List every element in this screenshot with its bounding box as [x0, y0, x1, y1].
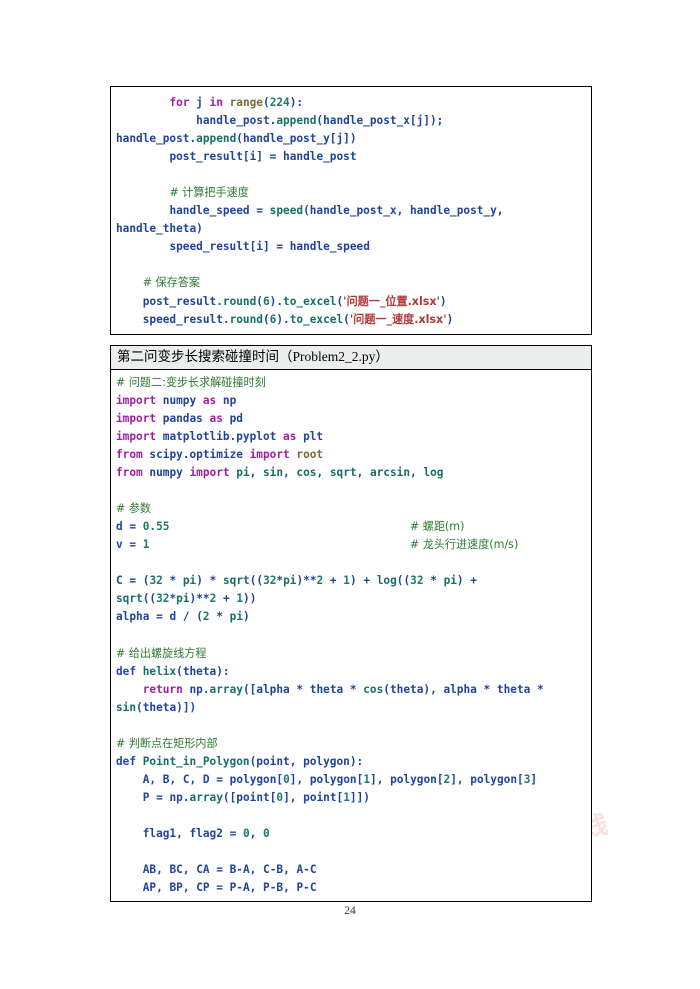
code-block-2-title: 第二问变步长搜索碰撞时间（Problem2_2.py）: [111, 346, 591, 370]
code-line: # 计算把手速度: [169, 186, 249, 200]
document-page: ✶中国大学生在线 dxs.moe.gov.cn for j in range(2…: [0, 0, 700, 989]
code-line: from numpy import pi, sin, cos, sqrt, ar…: [116, 466, 444, 480]
code-line: # 判断点在矩形内部: [116, 736, 218, 750]
code-line: for j in range(224):: [169, 96, 304, 109]
code-line: sqrt((32*pi)**2 + 1)): [116, 592, 257, 606]
code-line: d = 0.55 # 螺距(m): [116, 520, 465, 534]
code-line: handle_post.append(handle_post_y[j]): [116, 132, 357, 146]
code-line: sin(theta)]): [116, 700, 197, 714]
code-line: # 给出螺旋线方程: [116, 646, 207, 660]
code-line: # 问题二:变步长求解碰撞时刻: [116, 375, 266, 389]
code-line: speed_result.round(6).to_excel('问题一_速度.x…: [142, 312, 454, 326]
code-line: C = (32 * pi) * sqrt((32*pi)**2 + 1) + l…: [116, 574, 477, 588]
code-block-2-content: # 问题二:变步长求解碰撞时刻 import numpy as np import …: [111, 370, 591, 901]
code-line: v = 1 # 龙头行进速度(m/s): [116, 538, 519, 552]
code-line: post_result.round(6).to_excel('问题一_位置.xl…: [142, 294, 447, 308]
code-line: import matplotlib.pyplot as plt: [116, 430, 324, 444]
page-number: 24: [344, 905, 356, 917]
code-block-1: for j in range(224): handle_post.append(…: [110, 86, 592, 335]
code-line: return np.array([alpha * theta * cos(the…: [142, 682, 544, 696]
code-block-1-content: for j in range(224): handle_post.append(…: [111, 87, 591, 334]
code-line: import pandas as pd: [116, 411, 243, 425]
code-line: handle_speed = speed(handle_post_x, hand…: [169, 204, 504, 218]
code-line: AB, BC, CA = B-A, C-B, A-C: [142, 863, 317, 877]
code-line: A, B, C, D = polygon[0], polygon[1], pol…: [142, 772, 538, 786]
code-line: alpha = d / (2 * pi): [116, 610, 250, 624]
code-line: def helix(theta):: [116, 664, 230, 678]
code-line: P = np.array([point[0], point[1]]): [142, 790, 370, 804]
code-block-2: 第二问变步长搜索碰撞时间（Problem2_2.py） # 问题二:变步长求解碰…: [110, 345, 592, 903]
code-line: flag1, flag2 = 0, 0: [142, 827, 270, 841]
code-line: speed_result[i] = handle_speed: [169, 240, 370, 254]
code-line: import numpy as np: [116, 393, 237, 407]
code-line: post_result[i] = handle_post: [169, 150, 357, 164]
code-line: # 保存答案: [142, 276, 200, 290]
code-line: handle_post.append(handle_post_x[j]);: [196, 114, 444, 128]
code-line: handle_theta): [116, 222, 203, 236]
code-line: def Point_in_Polygon(point, polygon):: [116, 754, 364, 768]
code-line: from scipy.optimize import root: [116, 448, 324, 462]
code-line: # 参数: [116, 502, 152, 516]
code-line: AP, BP, CP = P-A, P-B, P-C: [142, 881, 317, 895]
